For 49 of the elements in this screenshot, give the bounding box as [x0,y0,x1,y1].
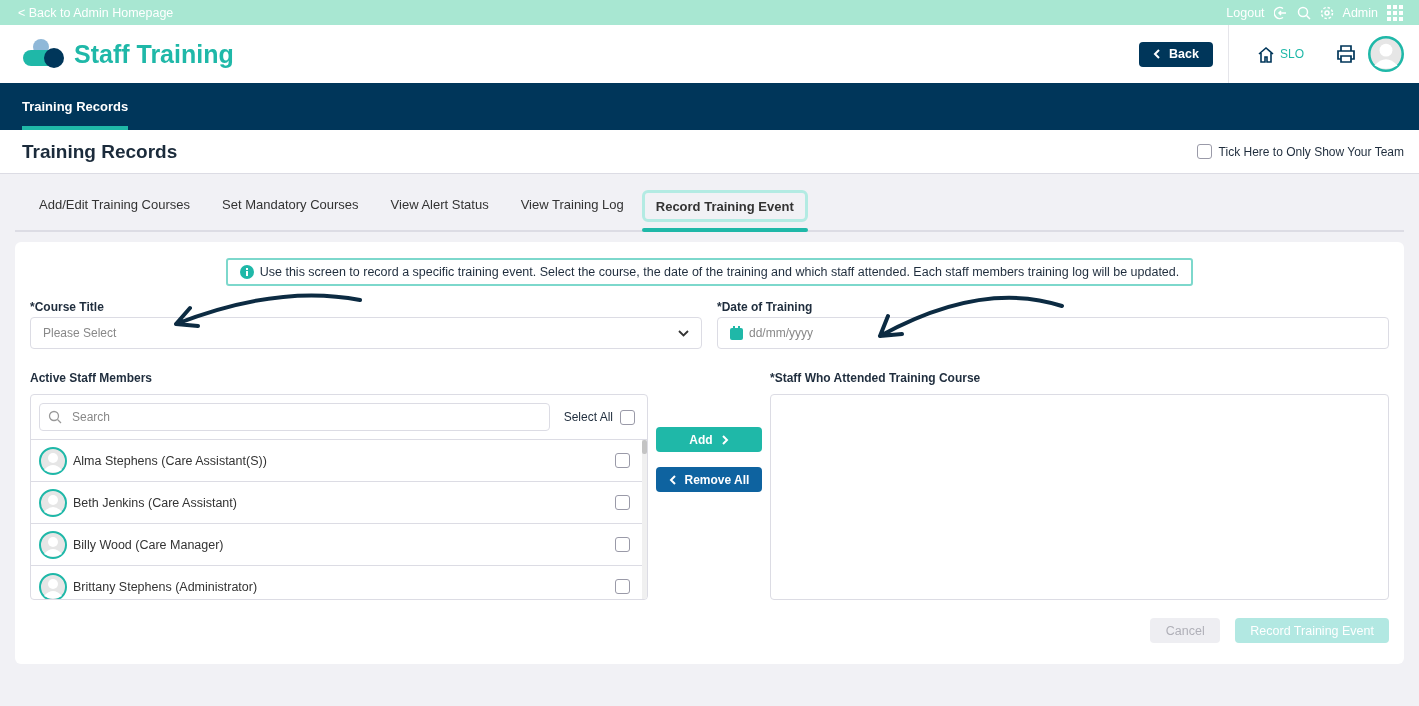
avatar-icon [39,446,67,475]
section-label: *Staff Who Attended Training Course [770,371,981,385]
checkbox[interactable] [615,579,630,594]
checkbox[interactable] [1196,144,1212,159]
search-icon[interactable] [1296,5,1311,20]
add-button[interactable]: Add [656,427,762,452]
dropdown-caret-icon [678,329,689,337]
info-text: Use this screen to record a specific training event. Select the course, the date of the training and which staff attended. Each staff members training log will be updated. [259,265,1180,279]
staff-name: Billy Wood (Care Manager) [73,537,225,552]
remove-all-button[interactable]: Remove All [656,467,762,492]
tab[interactable]: Set Mandatory Courses [208,190,373,228]
search-field[interactable]: Search [39,403,550,431]
back-button[interactable]: Back [1139,41,1213,67]
logout-icon[interactable] [1273,5,1288,20]
checkbox[interactable] [620,409,635,425]
apps-grid-icon[interactable] [1387,4,1403,21]
section-label: Active Staff Members [30,371,153,385]
checkbox[interactable] [615,537,630,552]
chevron-icon [668,474,677,485]
checkbox[interactable] [615,453,630,468]
calendar-icon [730,326,743,340]
info-icon [239,265,254,279]
tab[interactable]: View Alert Status [376,190,503,228]
chevron-icon [720,434,729,445]
settings-icon[interactable] [1319,5,1334,20]
staff-name: Beth Jenkins (Care Assistant) [73,495,238,510]
logo-icon [22,38,64,70]
field-label: *Course Title [30,300,104,314]
scrollbar-thumb[interactable] [642,440,647,454]
tab[interactable]: Add/Edit Training Courses [25,190,205,228]
checkbox-label: Tick Here to Only Show Your Team [1218,144,1404,159]
course-select[interactable]: Please Select [30,317,702,349]
staff-name: Brittany Stephens (Administrator) [73,579,259,594]
field-label: *Date of Training [717,300,813,314]
select-all-label: Select All [563,410,613,424]
avatar-icon [39,530,67,559]
staff-name: Alma Stephens (Care Assistant(S)) [73,453,268,468]
tab[interactable]: View Training Log [506,190,638,228]
search-icon [48,410,62,424]
page-title: Training Records [22,140,179,163]
date-field[interactable]: dd/mm/yyyy [717,317,1389,349]
checkbox[interactable] [615,495,630,510]
chevron-icon [1153,49,1162,59]
home-icon [1257,45,1275,63]
home-link[interactable]: SLO [1257,45,1304,63]
app-title: Staff Training [74,39,234,69]
avatar-icon [39,488,67,517]
printer-icon[interactable] [1336,44,1356,64]
avatar-icon [1368,36,1404,72]
